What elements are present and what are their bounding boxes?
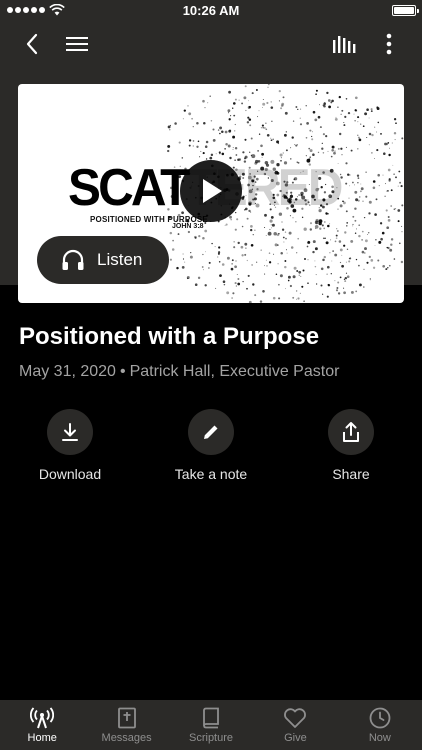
separator-dot: • xyxy=(119,363,126,380)
download-button[interactable] xyxy=(47,409,93,455)
hamburger-icon xyxy=(66,37,88,51)
listen-button[interactable]: Listen xyxy=(37,236,169,284)
tab-scripture-label: Scripture xyxy=(189,732,234,744)
tab-now-label: Now xyxy=(368,732,391,744)
download-action[interactable]: Download xyxy=(0,409,140,482)
play-button[interactable] xyxy=(180,160,242,222)
artwork-reference: JOHN 3:8 xyxy=(172,223,204,230)
status-bar: 10:26 AM xyxy=(0,0,422,22)
tab-bar: Home Messages Scripture Give Now xyxy=(0,700,422,750)
sermon-date: May 31, 2020 xyxy=(19,363,116,380)
download-icon xyxy=(62,423,78,441)
chevron-left-icon xyxy=(26,33,38,55)
play-icon xyxy=(203,179,222,203)
download-label: Download xyxy=(38,466,102,482)
sermon-title: Positioned with a Purpose xyxy=(19,323,320,350)
listen-label: Listen xyxy=(97,250,143,269)
share-action[interactable]: Share xyxy=(281,409,421,482)
menu-button[interactable] xyxy=(57,22,97,66)
take-note-action[interactable]: Take a note xyxy=(141,409,281,482)
heart-icon xyxy=(284,708,307,728)
tab-home[interactable]: Home xyxy=(0,700,84,750)
tab-give-label: Give xyxy=(284,732,307,744)
back-button[interactable] xyxy=(12,22,52,66)
tab-messages-label: Messages xyxy=(101,732,152,744)
status-time: 10:26 AM xyxy=(182,3,240,18)
share-label: Share xyxy=(332,466,370,482)
tab-scripture[interactable]: Scripture xyxy=(169,700,253,750)
share-button[interactable] xyxy=(328,409,374,455)
nav-bar xyxy=(0,22,422,66)
take-note-label: Take a note xyxy=(174,466,248,482)
battery-icon xyxy=(392,5,419,16)
sermon-artwork[interactable]: SCATTERED POSITIONED WITH PURPOSE JOHN 3… xyxy=(18,84,404,303)
more-options-button[interactable] xyxy=(369,22,409,66)
book-icon xyxy=(203,707,219,729)
broadcast-icon xyxy=(30,707,55,729)
equalizer-icon xyxy=(333,36,356,53)
pencil-icon xyxy=(204,425,218,439)
vertical-dots-icon xyxy=(386,33,392,55)
tab-messages[interactable]: Messages xyxy=(84,700,168,750)
take-note-button[interactable] xyxy=(188,409,234,455)
bible-cross-icon xyxy=(117,707,136,729)
share-icon xyxy=(343,422,359,442)
headphones-icon xyxy=(62,249,84,270)
tab-home-label: Home xyxy=(27,732,57,744)
tab-give[interactable]: Give xyxy=(253,700,337,750)
clock-icon xyxy=(369,707,391,729)
sermon-speaker: Patrick Hall, Executive Pastor xyxy=(129,363,340,380)
tab-now[interactable]: Now xyxy=(338,700,422,750)
audio-levels-button[interactable] xyxy=(324,22,364,66)
sermon-meta: May 31, 2020 • Patrick Hall, Executive Pas… xyxy=(19,363,339,381)
